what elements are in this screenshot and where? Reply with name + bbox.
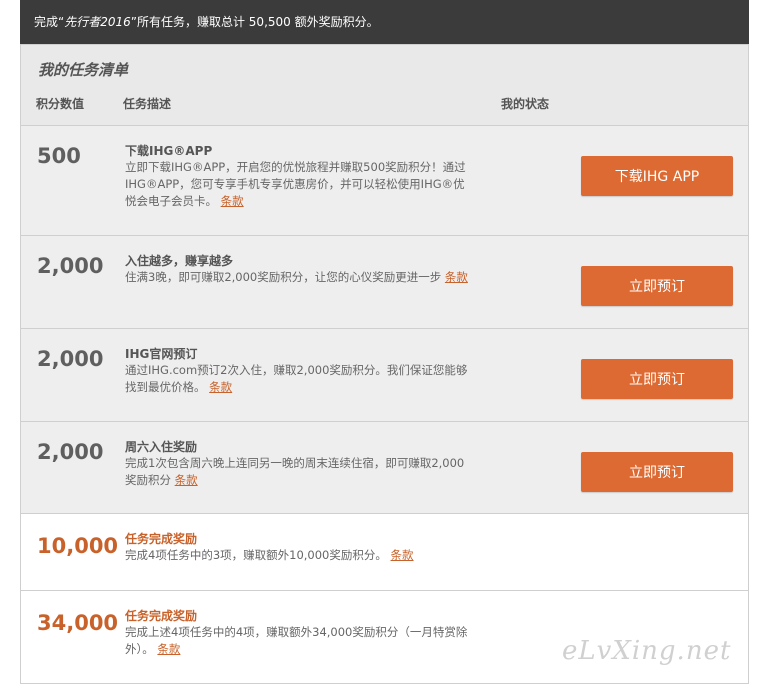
- task-row: 2,000 IHG官网预订 通过IHG.com预订2次入住，赚取2,000奖励积…: [21, 329, 748, 422]
- task-list-header: 我的任务清单 积分数值 任务描述 我的状态: [21, 45, 748, 126]
- reward-row: 10,000 任务完成奖励 完成4项任务中的3项，赚取额外10,000奖励积分。…: [21, 514, 748, 591]
- banner-prefix: 完成“: [34, 15, 65, 29]
- promo-banner: 完成“先行者2016”所有任务，赚取总计 50,500 额外奖励积分。: [20, 0, 749, 44]
- task-description: 通过IHG.com预订2次入住，赚取2,000奖励积分。我们保证您能够找到最优价…: [125, 362, 475, 396]
- column-header-points: 积分数值: [36, 97, 85, 111]
- task-row: 2,000 入住越多，赚享越多 住满3晚，即可赚取2,000奖励积分，让您的心仪…: [21, 236, 748, 329]
- book-now-button[interactable]: 立即预订: [581, 359, 733, 399]
- terms-link[interactable]: 条款: [445, 270, 468, 284]
- book-now-button[interactable]: 立即预订: [581, 452, 733, 492]
- task-row: 500 下载IHG®APP 立即下载IHG®APP，开启您的优悦旅程并赚取500…: [21, 126, 748, 236]
- task-list-panel: 我的任务清单 积分数值 任务描述 我的状态 500 下载IHG®APP 立即下载…: [20, 44, 749, 684]
- column-header-description: 任务描述: [123, 97, 172, 111]
- reward-description-text: 完成4项任务中的3项，赚取额外10,000奖励积分。: [125, 548, 387, 562]
- terms-link[interactable]: 条款: [221, 194, 244, 208]
- download-ihg-app-button[interactable]: 下载IHG APP: [581, 156, 733, 196]
- task-description: 住满3晚，即可赚取2,000奖励积分，让您的心仪奖励更进一步 条款: [125, 269, 475, 286]
- task-points: 500: [37, 144, 81, 168]
- terms-link[interactable]: 条款: [175, 473, 198, 487]
- reward-points: 10,000: [37, 534, 119, 558]
- task-points: 2,000: [37, 347, 104, 371]
- terms-link[interactable]: 条款: [391, 548, 414, 562]
- task-row: 2,000 周六入住奖励 完成1次包含周六晚上连同另一晚的周末连续住宿，即可赚取…: [21, 422, 748, 514]
- terms-link[interactable]: 条款: [209, 380, 232, 394]
- reward-title: 任务完成奖励: [125, 532, 198, 546]
- site-watermark: eLvXing.net: [562, 636, 732, 666]
- reward-points: 34,000: [37, 611, 119, 635]
- reward-description: 完成4项任务中的3项，赚取额外10,000奖励积分。 条款: [125, 547, 505, 564]
- banner-suffix: ”所有任务，赚取总计 50,500 额外奖励积分。: [130, 15, 379, 29]
- task-list-title: 我的任务清单: [38, 61, 129, 79]
- task-points: 2,000: [37, 254, 104, 278]
- task-title: 入住越多，赚享越多: [125, 254, 234, 268]
- task-title: 周六入住奖励: [125, 440, 198, 454]
- task-points: 2,000: [37, 440, 104, 464]
- terms-link[interactable]: 条款: [157, 642, 180, 656]
- book-now-button[interactable]: 立即预订: [581, 266, 733, 306]
- column-header-status: 我的状态: [501, 97, 550, 111]
- task-description: 完成1次包含周六晚上连同另一晚的周末连续住宿，即可赚取2,000奖励积分 条款: [125, 455, 475, 489]
- task-title: 下载IHG®APP: [125, 144, 213, 158]
- reward-title: 任务完成奖励: [125, 609, 198, 623]
- task-description-text: 立即下载IHG®APP，开启您的优悦旅程并赚取500奖励积分！通过IHG®APP…: [125, 160, 466, 208]
- reward-description: 完成上述4项任务中的4项，赚取额外34,000奖励积分（一月特赏除外）。 条款: [125, 624, 475, 658]
- task-description-text: 住满3晚，即可赚取2,000奖励积分，让您的心仪奖励更进一步: [125, 270, 442, 284]
- banner-campaign-name: 先行者2016: [64, 15, 131, 29]
- task-description-text: 通过IHG.com预订2次入住，赚取2,000奖励积分。我们保证您能够找到最优价…: [125, 363, 468, 394]
- task-description: 立即下载IHG®APP，开启您的优悦旅程并赚取500奖励积分！通过IHG®APP…: [125, 159, 475, 210]
- task-title: IHG官网预订: [125, 347, 198, 361]
